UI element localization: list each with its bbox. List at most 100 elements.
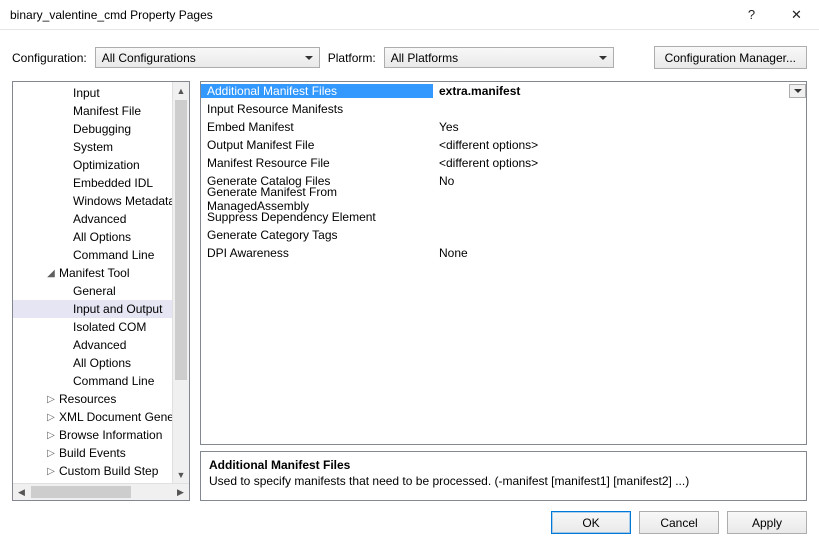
tree-item[interactable]: Manifest File (13, 102, 189, 120)
tree-item[interactable]: Isolated COM (13, 318, 189, 336)
tree-item-label: Debugging (73, 122, 131, 136)
configuration-dropdown[interactable]: All Configurations (95, 47, 320, 68)
tree-item-label: All Options (73, 230, 131, 244)
property-value[interactable]: <different options> (433, 138, 806, 152)
scroll-thumb[interactable] (31, 486, 131, 498)
tree-item[interactable]: Windows Metadata (13, 192, 189, 210)
property-value[interactable]: <different options> (433, 156, 806, 170)
ok-button[interactable]: OK (551, 511, 631, 534)
configuration-manager-button[interactable]: Configuration Manager... (654, 46, 807, 69)
property-row[interactable]: DPI AwarenessNone (201, 244, 806, 262)
cancel-button[interactable]: Cancel (639, 511, 719, 534)
tree-item[interactable]: Embedded IDL (13, 174, 189, 192)
tree-item[interactable]: ▷Browse Information (13, 426, 189, 444)
tree-item[interactable]: ◢Manifest Tool (13, 264, 189, 282)
property-name: Generate Category Tags (201, 228, 433, 242)
tree-item-label: Command Line (73, 248, 154, 262)
scroll-right-icon[interactable]: ▶ (172, 484, 189, 500)
tree-horizontal-scrollbar[interactable]: ◀ ▶ (13, 483, 189, 500)
tree-item[interactable]: Command Line (13, 372, 189, 390)
tree-item-label: Command Line (73, 374, 154, 388)
tree-item-label: Input (73, 86, 100, 100)
tree-item-label: All Options (73, 356, 131, 370)
tree-item-label: System (73, 140, 113, 154)
tree-item[interactable]: Input and Output (13, 300, 189, 318)
tree-item[interactable]: ▷Build Events (13, 444, 189, 462)
property-value[interactable]: Yes (433, 120, 806, 134)
property-value[interactable]: None (433, 246, 806, 260)
scroll-up-icon[interactable]: ▲ (173, 82, 189, 99)
property-row[interactable]: Generate Category Tags (201, 226, 806, 244)
tree-item[interactable]: Input (13, 84, 189, 102)
tree-item-label: Build Events (59, 446, 126, 460)
body-area: Input Manifest File Debugging System Optimiz… (0, 81, 819, 501)
scroll-down-icon[interactable]: ▼ (173, 466, 189, 483)
tree-item-label: Manifest Tool (59, 266, 129, 280)
tree-item-label: Advanced (73, 338, 126, 352)
tree-item-label: Advanced (73, 212, 126, 226)
tree-item[interactable]: ▷Custom Build Step (13, 462, 189, 480)
tree-item[interactable]: Command Line (13, 246, 189, 264)
tree-expander-icon[interactable]: ▷ (45, 448, 57, 459)
apply-button[interactable]: Apply (727, 511, 807, 534)
tree-item[interactable]: ▷Resources (13, 390, 189, 408)
tree-item[interactable]: General (13, 282, 189, 300)
chevron-down-icon (305, 56, 313, 60)
property-row[interactable]: Manifest Resource File<different options… (201, 154, 806, 172)
tree-item-label: Resources (59, 392, 116, 406)
tree-vertical-scrollbar[interactable]: ▲ ▼ (172, 82, 189, 483)
property-name: Embed Manifest (201, 120, 433, 134)
tree-item[interactable]: System (13, 138, 189, 156)
help-button[interactable]: ? (729, 0, 774, 30)
tree-item-label: XML Document Genera (59, 410, 185, 424)
property-panel: Additional Manifest Filesextra.manifestI… (200, 81, 807, 501)
property-name: DPI Awareness (201, 246, 433, 260)
property-name: Additional Manifest Files (201, 84, 433, 98)
tree-item-label: General (73, 284, 116, 298)
description-title: Additional Manifest Files (209, 458, 798, 472)
property-name: Manifest Resource File (201, 156, 433, 170)
tree-item-label: Windows Metadata (73, 194, 175, 208)
scroll-left-icon[interactable]: ◀ (13, 484, 30, 500)
tree-item[interactable]: Advanced (13, 336, 189, 354)
property-value[interactable]: No (433, 174, 806, 188)
chevron-down-icon (599, 56, 607, 60)
tree-item[interactable]: Advanced (13, 210, 189, 228)
property-row[interactable]: Output Manifest File<different options> (201, 136, 806, 154)
scroll-thumb[interactable] (175, 100, 187, 380)
tree-item-label: Custom Build Step (59, 464, 158, 478)
titlebar: binary_valentine_cmd Property Pages ? ✕ (0, 0, 819, 30)
tree-expander-icon[interactable]: ▷ (45, 394, 57, 405)
tree-item[interactable]: Optimization (13, 156, 189, 174)
description-box: Additional Manifest Files Used to specif… (200, 451, 807, 501)
tree-item[interactable]: All Options (13, 228, 189, 246)
nav-tree: Input Manifest File Debugging System Optimiz… (12, 81, 190, 501)
property-row[interactable]: Generate Manifest From ManagedAssembly (201, 190, 806, 208)
property-row[interactable]: Suppress Dependency Element (201, 208, 806, 226)
dialog-button-row: OK Cancel Apply (0, 501, 819, 543)
window-title: binary_valentine_cmd Property Pages (10, 8, 729, 22)
platform-dropdown[interactable]: All Platforms (384, 47, 614, 68)
tree-item[interactable]: All Options (13, 354, 189, 372)
property-value[interactable]: extra.manifest (433, 84, 806, 98)
property-dropdown-button[interactable] (789, 84, 806, 98)
tree-item-label: Isolated COM (73, 320, 146, 334)
tree-expander-icon[interactable]: ▷ (45, 412, 57, 423)
close-button[interactable]: ✕ (774, 0, 819, 30)
tree-item-label: Manifest File (73, 104, 141, 118)
tree-item[interactable]: Debugging (13, 120, 189, 138)
tree-expander-icon[interactable]: ▷ (45, 466, 57, 477)
tree-content: Input Manifest File Debugging System Optimiz… (13, 82, 189, 483)
chevron-down-icon (794, 89, 802, 93)
description-text: Used to specify manifests that need to b… (209, 474, 798, 488)
property-row[interactable]: Additional Manifest Filesextra.manifest (201, 82, 806, 100)
property-row[interactable]: Input Resource Manifests (201, 100, 806, 118)
tree-item-label: Browse Information (59, 428, 162, 442)
tree-item-label: Optimization (73, 158, 140, 172)
config-toolbar: Configuration: All Configurations Platfo… (0, 30, 819, 81)
configuration-value: All Configurations (102, 51, 196, 65)
tree-item[interactable]: ▷XML Document Genera (13, 408, 189, 426)
property-row[interactable]: Embed ManifestYes (201, 118, 806, 136)
tree-expander-icon[interactable]: ▷ (45, 430, 57, 441)
tree-expander-icon[interactable]: ◢ (45, 268, 57, 279)
